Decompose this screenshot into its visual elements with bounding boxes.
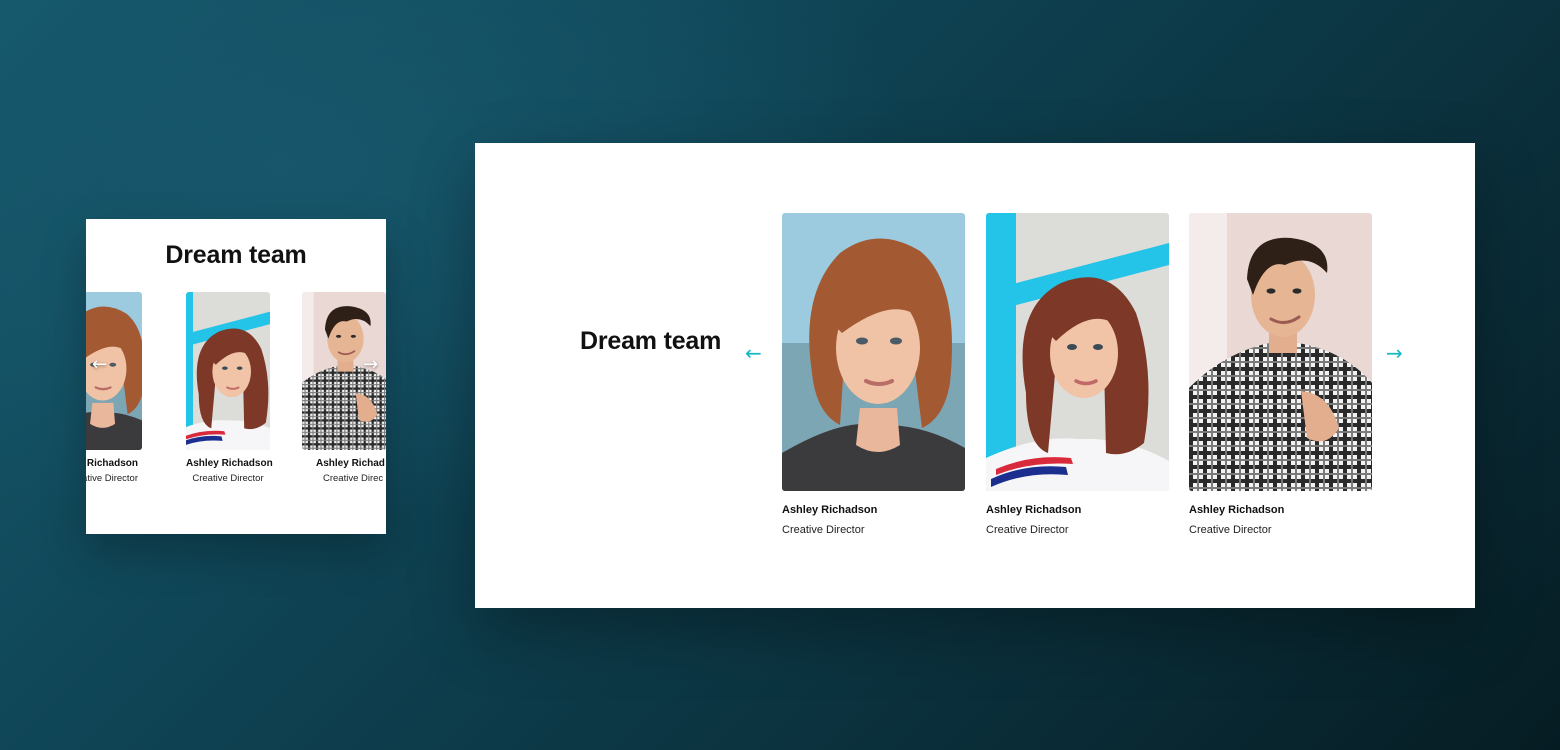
member-role: ative Director (86, 473, 138, 484)
arrow-right-icon: → (363, 354, 379, 375)
previous-button[interactable]: ← (92, 356, 107, 374)
member-role: Creative Director (986, 524, 1069, 536)
team-member-card[interactable]: Ashley Richadson Creative Director (782, 213, 965, 536)
next-button[interactable]: → (1386, 343, 1403, 363)
woman-blue-wall-photo (186, 292, 270, 450)
team-member-card[interactable]: Ashley Richadson Creative Director (186, 292, 273, 484)
member-name: Ashley Richadson (186, 458, 273, 469)
member-role: Creative Direc (323, 473, 384, 484)
team-member-card[interactable]: Ashley Richadson Creative Director (986, 213, 1169, 536)
team-member-card[interactable]: Ashley Richad Creative Direc (302, 292, 386, 484)
desktop-preview-panel: Dream team ← Ashley Richadson Creative D… (475, 143, 1475, 608)
team-member-card[interactable]: Ashley Richadson Creative Director (1189, 213, 1372, 536)
desktop-section-title: Dream team (580, 327, 722, 355)
member-role: Creative Director (192, 473, 264, 484)
next-button[interactable]: → (363, 356, 378, 374)
red-haired-woman-photo (782, 213, 965, 491)
member-name: ey Richadson (86, 458, 138, 469)
arrow-left-icon: ← (745, 341, 762, 365)
mobile-preview-panel: Dream team ey Richadson ative Director A… (86, 219, 386, 534)
member-role: Creative Director (782, 524, 865, 536)
member-role: Creative Director (1189, 524, 1272, 536)
mobile-section-title: Dream team (165, 241, 307, 269)
man-plaid-shirt-photo (1189, 213, 1372, 491)
arrow-left-icon: ← (92, 354, 108, 375)
previous-button[interactable]: ← (745, 343, 762, 363)
member-name: Ashley Richadson (782, 504, 878, 516)
member-name: Ashley Richadson (1189, 504, 1285, 516)
team-member-card[interactable]: ey Richadson ative Director (86, 292, 142, 484)
member-name: Ashley Richadson (986, 504, 1082, 516)
woman-blue-wall-photo (986, 213, 1169, 491)
member-name: Ashley Richad (316, 458, 385, 469)
arrow-right-icon: → (1386, 341, 1403, 365)
